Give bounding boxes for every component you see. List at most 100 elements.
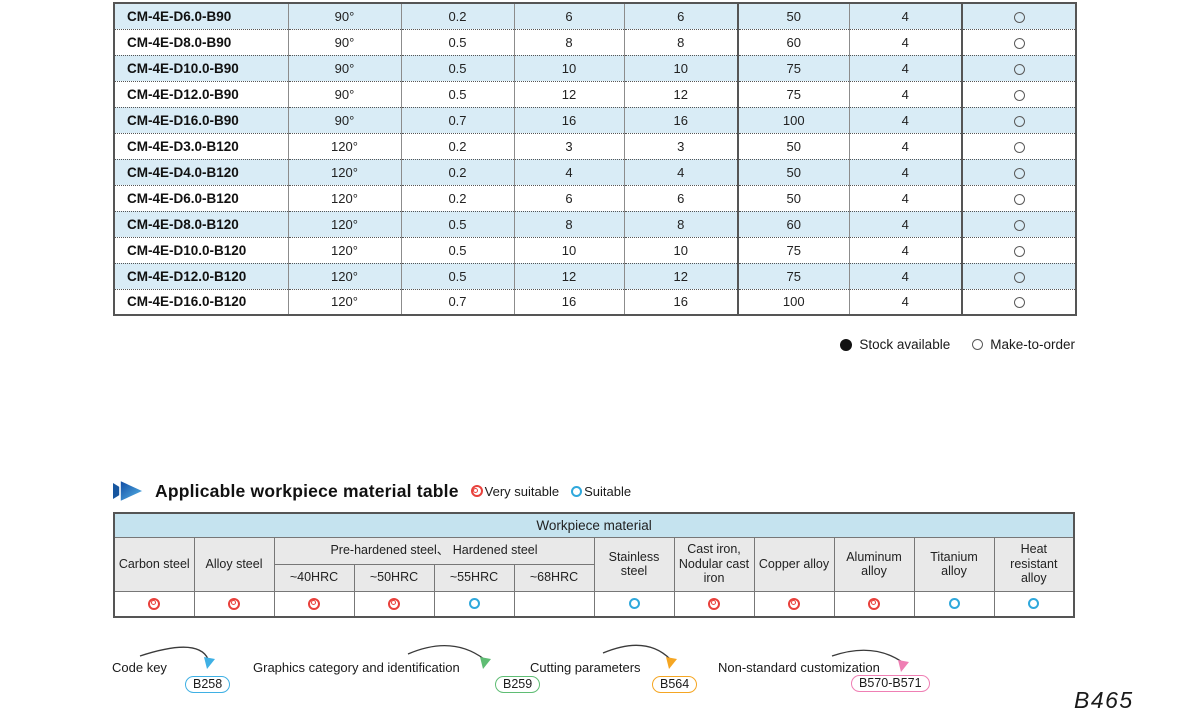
model-cell: CM-4E-D6.0-B90 [114, 3, 288, 29]
table-row: CM-4E-D4.0-B120120°0.244504 [114, 159, 1076, 185]
very-suitable-icon [388, 598, 400, 610]
model-cell: CM-4E-D16.0-B120 [114, 289, 288, 315]
very-suitable-icon [868, 598, 880, 610]
workpiece-material-header: Workpiece material [114, 513, 1074, 537]
value-cell: 0.5 [401, 55, 514, 81]
graphics-category-badge[interactable]: B259 [495, 676, 540, 693]
suitability-legend: Very suitable Suitable [471, 484, 631, 499]
suitability-cell [274, 591, 354, 617]
model-cell: CM-4E-D16.0-B90 [114, 107, 288, 133]
non-standard-customization-badge[interactable]: B570-B571 [851, 675, 930, 692]
value-cell: 8 [624, 211, 738, 237]
table-row: CM-4E-D3.0-B120120°0.233504 [114, 133, 1076, 159]
value-cell: 0.7 [401, 107, 514, 133]
stock-status-cell [962, 55, 1076, 81]
code-key-label: Code key [112, 660, 167, 675]
value-cell: 90° [288, 81, 401, 107]
value-cell: 120° [288, 211, 401, 237]
value-cell: 90° [288, 107, 401, 133]
value-cell: 75 [738, 263, 849, 289]
suitable-label: Suitable [584, 484, 631, 499]
cutting-parameters-badge[interactable]: B564 [652, 676, 697, 693]
code-key-badge[interactable]: B258 [185, 676, 230, 693]
suitable-legend: Suitable [571, 484, 631, 499]
value-cell: 120° [288, 133, 401, 159]
table-row: CM-4E-D6.0-B9090°0.266504 [114, 3, 1076, 29]
suitability-cell [434, 591, 514, 617]
value-cell: 0.5 [401, 29, 514, 55]
stock-status-cell [962, 133, 1076, 159]
value-cell: 60 [738, 29, 849, 55]
value-cell: 10 [624, 55, 738, 81]
suitability-cell [194, 591, 274, 617]
stock-status-cell [962, 237, 1076, 263]
col-heat-resistant-alloy: Heat resistant alloy [994, 537, 1074, 591]
value-cell: 4 [849, 159, 962, 185]
table-row: CM-4E-D6.0-B120120°0.266504 [114, 185, 1076, 211]
value-cell: 50 [738, 3, 849, 29]
col-hardened-group: Pre-hardened steel、 Hardened steel [274, 537, 594, 564]
make-to-order-icon [1014, 220, 1025, 231]
stock-status-cell [962, 211, 1076, 237]
value-cell: 0.7 [401, 289, 514, 315]
value-cell: 75 [738, 237, 849, 263]
very-suitable-icon [708, 598, 720, 610]
value-cell: 120° [288, 159, 401, 185]
stock-status-cell [962, 263, 1076, 289]
value-cell: 4 [849, 289, 962, 315]
value-cell: 4 [849, 237, 962, 263]
double-circle-icon [471, 485, 483, 497]
model-cell: CM-4E-D12.0-B120 [114, 263, 288, 289]
value-cell: 4 [849, 29, 962, 55]
make-to-order-icon [1014, 272, 1025, 283]
col-40hrc: ~40HRC [274, 564, 354, 591]
value-cell: 75 [738, 55, 849, 81]
value-cell: 0.5 [401, 237, 514, 263]
table-row: CM-4E-D16.0-B120120°0.716161004 [114, 289, 1076, 315]
col-carbon-steel: Carbon steel [114, 537, 194, 591]
value-cell: 75 [738, 81, 849, 107]
value-cell: 0.2 [401, 185, 514, 211]
value-cell: 60 [738, 211, 849, 237]
value-cell: 16 [514, 107, 624, 133]
page-number: B465 [1074, 687, 1134, 714]
suitability-cell [594, 591, 674, 617]
suitable-icon [469, 598, 480, 609]
very-suitable-icon [148, 598, 160, 610]
value-cell: 90° [288, 55, 401, 81]
value-cell: 4 [849, 81, 962, 107]
stock-status-cell [962, 159, 1076, 185]
model-cell: CM-4E-D8.0-B90 [114, 29, 288, 55]
value-cell: 6 [514, 3, 624, 29]
catalog-page: CM-4E-D6.0-B9090°0.266504CM-4E-D8.0-B909… [0, 0, 1186, 719]
make-to-order-icon [1014, 168, 1025, 179]
value-cell: 3 [624, 133, 738, 159]
value-cell: 4 [849, 55, 962, 81]
open-circle-icon [972, 339, 983, 350]
table-row: CM-4E-D8.0-B9090°0.588604 [114, 29, 1076, 55]
value-cell: 50 [738, 133, 849, 159]
table-row: CM-4E-D10.0-B9090°0.51010754 [114, 55, 1076, 81]
value-cell: 0.2 [401, 133, 514, 159]
value-cell: 12 [624, 81, 738, 107]
stock-legend: Stock available Make-to-order [113, 337, 1075, 352]
arrow-head-icon [480, 657, 491, 669]
model-cell: CM-4E-D12.0-B90 [114, 81, 288, 107]
section-title: Applicable workpiece material table [155, 481, 459, 502]
suitability-cell [674, 591, 754, 617]
value-cell: 50 [738, 159, 849, 185]
value-cell: 3 [514, 133, 624, 159]
cutting-parameters-label: Cutting parameters [530, 660, 641, 675]
value-cell: 4 [849, 185, 962, 211]
value-cell: 0.2 [401, 3, 514, 29]
suitability-cell [834, 591, 914, 617]
value-cell: 100 [738, 107, 849, 133]
value-cell: 90° [288, 3, 401, 29]
model-cell: CM-4E-D8.0-B120 [114, 211, 288, 237]
col-alloy-steel: Alloy steel [194, 537, 274, 591]
make-to-order-icon [1014, 90, 1025, 101]
value-cell: 10 [624, 237, 738, 263]
arrow-head-icon [898, 660, 909, 672]
suitability-cell [114, 591, 194, 617]
value-cell: 12 [514, 81, 624, 107]
